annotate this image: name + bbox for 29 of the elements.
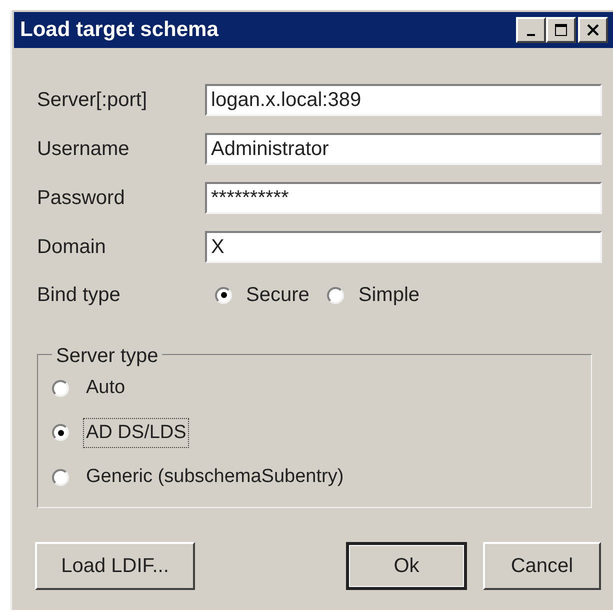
radio-button[interactable] — [52, 424, 69, 442]
input-field[interactable]: X — [205, 231, 602, 263]
field-label: Bind type — [37, 283, 122, 308]
minimize-button[interactable] — [516, 17, 546, 43]
field-label: Domain — [37, 235, 107, 260]
dialog-button[interactable]: Ok — [346, 542, 467, 590]
field-label: Password — [37, 186, 126, 211]
maximize-icon — [554, 23, 568, 37]
radio-label: Simple — [358, 283, 420, 308]
input-field[interactable]: logan.x.local:389 — [205, 84, 602, 116]
radio-button[interactable] — [215, 286, 232, 304]
input-field[interactable]: Administrator — [205, 133, 602, 165]
radio-button[interactable] — [52, 380, 69, 397]
radio-label: AD DS/LDS — [83, 418, 190, 448]
window-title: Load target schema — [20, 17, 220, 44]
close-icon — [586, 23, 600, 37]
radio-label: Secure — [246, 283, 310, 308]
radio-button[interactable] — [327, 286, 344, 304]
field-label: Username — [37, 137, 130, 162]
radio-label: Auto — [85, 376, 126, 400]
dialog-button[interactable]: Load LDIF... — [35, 542, 195, 590]
maximize-button[interactable] — [546, 17, 576, 43]
radio-button[interactable] — [52, 468, 69, 486]
radio-label: Generic (subschemaSubentry) — [85, 465, 345, 489]
field-label: Server[:port] — [37, 88, 148, 113]
input-field[interactable]: ********** — [205, 182, 602, 214]
minimize-icon — [527, 34, 535, 36]
close-button[interactable] — [578, 17, 608, 43]
dialog-button[interactable]: Cancel — [483, 542, 601, 590]
